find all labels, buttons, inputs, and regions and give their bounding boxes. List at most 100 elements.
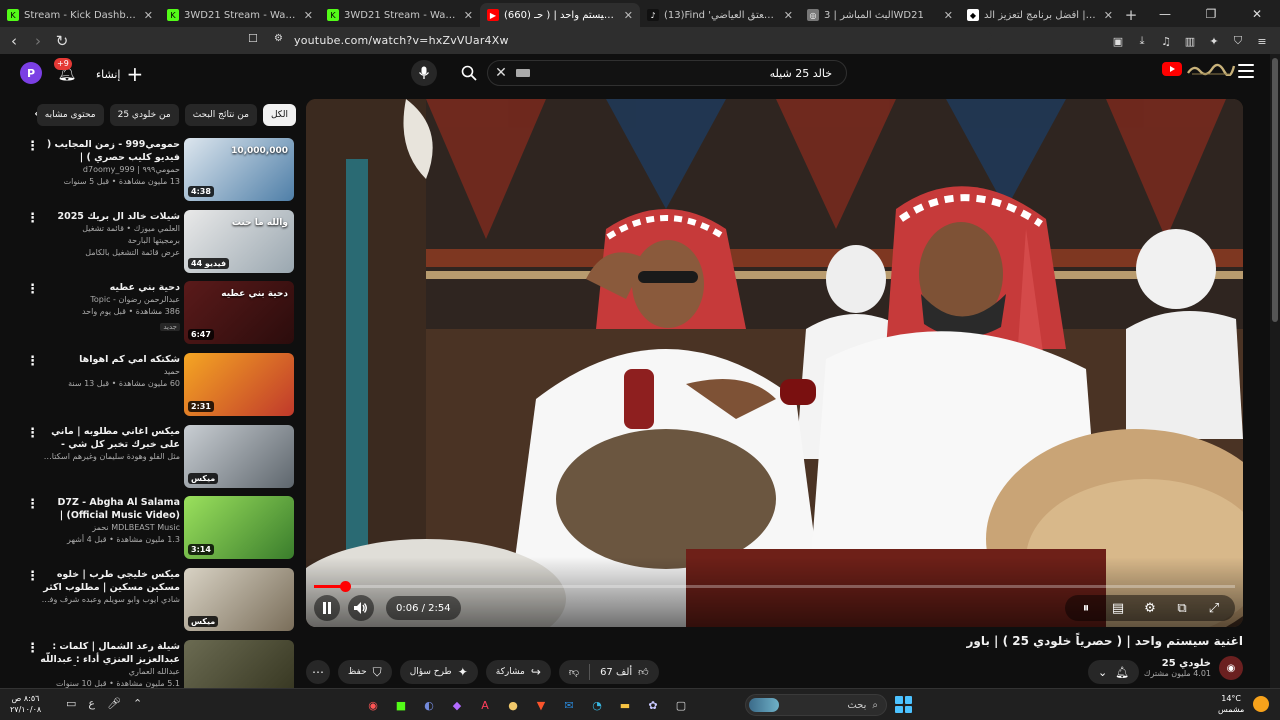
like-button[interactable]: 67 ألف 👍︎ (590, 666, 659, 679)
tray-overflow-icon[interactable]: ⌃ (133, 697, 142, 710)
keyboard-icon[interactable] (516, 69, 530, 77)
rec-title[interactable]: حمومي999 - زمن المجايب ( فيديو كليب حصري… (40, 138, 180, 164)
browser-menu-icon[interactable]: ≡ (1252, 31, 1272, 51)
rec-playlist-link[interactable]: عرض قائمة التشغيل بالكامل (40, 247, 180, 259)
recommendation-item[interactable]: ⋮ 10,000,000 4:38 حمومي999 - زمن المجايب ( … (22, 137, 298, 209)
chip-all[interactable]: الكل (262, 104, 296, 126)
new-tab-button[interactable]: + (1120, 3, 1142, 27)
twitch-app-icon[interactable]: ◆ (446, 693, 468, 717)
tab-close-icon[interactable]: ✕ (784, 9, 793, 22)
page-scrollbar[interactable] (1270, 54, 1280, 688)
more-actions-button[interactable]: ⋯ (306, 660, 330, 684)
minimize-button[interactable]: — (1142, 7, 1188, 21)
task-view-icon[interactable]: ▢ (670, 693, 692, 717)
tab-close-icon[interactable]: ✕ (464, 9, 473, 22)
file-explorer-icon[interactable]: ▬ (614, 693, 636, 717)
tab-close-icon[interactable]: ✕ (144, 9, 153, 22)
rec-title[interactable]: ميكس اغاني مطلوبه | ماني على خبرك تخبر ك… (40, 425, 180, 451)
recommendation-item[interactable]: ⋮ ميكس ميكس خليجي طرب | خلوه مسكين مسكين |… (22, 567, 298, 639)
share-button[interactable]: مشاركة ↪ (485, 660, 551, 684)
save-button[interactable]: حفظ ⛉ (338, 660, 392, 684)
chip-from-channel[interactable]: من خلودي 25 (109, 104, 179, 126)
discord-app-icon[interactable]: ◐ (418, 693, 440, 717)
copilot-app-icon[interactable]: ✿ (642, 693, 664, 717)
kick-app-icon[interactable]: ■ (390, 693, 412, 717)
dislike-button[interactable]: 👎︎ (559, 666, 589, 678)
rec-title[interactable]: D7Z - Abgha Al Salama (Official Music Vi… (40, 496, 180, 522)
browser-tab[interactable]: ◎ البث المباشر | 3WD21 ✕ (800, 3, 960, 27)
recommendation-item[interactable]: ⋮ ميكس ميكس اغاني مطلوبه | ماني على خبرك ت… (22, 424, 298, 496)
recommendation-item[interactable]: ⋮ شيلة رعد الشمال | كلمات : عبدالعزيز الع… (22, 639, 298, 689)
windows-start-icon[interactable] (895, 696, 912, 713)
taskbar-clock[interactable]: ٨:٥٦ ص ٢٧/١٠/٠٨ (10, 693, 41, 715)
browser-tab[interactable]: ♪ (13)Find 'معتق العياضي' on TikTok | T ✕ (640, 3, 800, 27)
rec-title[interactable]: شيلات خالد ال بريك 2025 (40, 210, 180, 223)
tab-close-icon[interactable]: ✕ (944, 9, 953, 22)
rec-thumbnail[interactable]: ميكس (184, 424, 294, 488)
url-field[interactable]: ☐ ⚙ youtube.com/watch?v=hxZvVUar4Xw (248, 30, 993, 51)
site-info-icon[interactable]: ⚙ (274, 33, 283, 44)
language-indicator[interactable]: ع (88, 697, 95, 710)
video-player[interactable]: 0:06 / 2:54 ⏸︎ ▤ ⚙ ⧉ ⤢ (306, 99, 1243, 627)
vpn-icon[interactable]: ⛉ (1228, 31, 1248, 51)
recommendation-item[interactable]: ⋮ 2:31 شكتكه امي كم اهواها حميد 60 مليون مشا… (22, 352, 298, 424)
close-window-button[interactable]: ✕ (1234, 7, 1280, 21)
rec-more-icon[interactable]: ⋮ (26, 354, 39, 369)
rec-title[interactable]: شكتكه امي كم اهواها (40, 353, 180, 366)
rec-more-icon[interactable]: ⋮ (26, 426, 39, 441)
autoplay-toggle-icon[interactable]: ⏸︎ (1073, 595, 1099, 621)
rec-thumbnail[interactable] (184, 639, 294, 689)
chip-related[interactable]: محتوى مشابه (36, 104, 104, 126)
tab-close-icon[interactable]: ✕ (304, 9, 313, 22)
download-icon[interactable]: ⤓ (1132, 31, 1152, 51)
rec-thumbnail[interactable]: 2:31 (184, 353, 294, 417)
browser-tab[interactable]: K 3WD21 Stream - Watch Live on Kick ✕ (320, 3, 480, 27)
rec-title[interactable]: شيلة رعد الشمال | كلمات : عبدالعزيز العن… (40, 640, 180, 666)
miniplayer-icon[interactable]: ⧉ (1169, 595, 1195, 621)
rec-title[interactable]: ميكس خليجي طرب | خلوه مسكين مسكين | مطلو… (40, 568, 180, 594)
rec-more-icon[interactable]: ⋮ (26, 569, 39, 584)
settings-gear-icon[interactable]: ⚙ (1137, 595, 1163, 621)
subscription-button[interactable]: ⌄ 🔔︎ (1088, 660, 1140, 684)
recommendation-item[interactable]: ⋮ دحية بني عطيه 6:47 دحية بني عطيه عبدالرحمن… (22, 280, 298, 352)
ask-button[interactable]: طرح سؤال ✦ (399, 660, 478, 684)
browser-tab[interactable]: K 3WD21 Stream - Watch Live on K ✕ (160, 3, 320, 27)
browser-tab[interactable]: K Stream - Kick Dashboard ✕ (0, 3, 160, 27)
rec-title[interactable]: دحية بني عطيه (40, 281, 180, 294)
rec-more-icon[interactable]: ⋮ (26, 282, 39, 297)
back-button[interactable]: ‹ (4, 30, 24, 52)
youtube-logo[interactable] (1162, 62, 1236, 76)
search-input[interactable]: ✕ خالد 25 شيله (487, 60, 847, 86)
edge-browser-icon[interactable]: ◔ (586, 693, 608, 717)
rec-more-icon[interactable]: ⋮ (26, 497, 39, 512)
notification-center-icon[interactable]: ▭ (66, 697, 76, 710)
screenshot-icon[interactable]: ▣ (1108, 31, 1128, 51)
weather-widget[interactable]: 14°C مشمس (1218, 693, 1244, 715)
taskbar-search[interactable]: بحث ⌕ (745, 694, 887, 716)
recommendation-item[interactable]: ⋮ والله ما حنت 44 فيديو شيلات خالد ال بريك … (22, 209, 298, 281)
progress-bar[interactable] (314, 581, 1235, 592)
reload-button[interactable]: ↻ (52, 30, 72, 52)
media-icon[interactable]: ♫ (1156, 31, 1176, 51)
rec-thumbnail[interactable]: 10,000,000 4:38 (184, 138, 294, 201)
extensions-icon[interactable]: ✦ (1204, 31, 1224, 51)
channel-info[interactable]: خلودي 25 4.01 مليون مشترك ◉ (1144, 656, 1243, 680)
rec-thumbnail[interactable]: ميكس (184, 568, 294, 632)
channel-name[interactable]: خلودي 25 (1144, 658, 1211, 669)
microphone-tray-icon[interactable]: 🎤︎ (107, 697, 121, 710)
rec-more-icon[interactable]: ⋮ (26, 641, 39, 656)
rec-more-icon[interactable]: ⋮ (26, 139, 39, 154)
volume-button[interactable] (348, 595, 374, 621)
search-button[interactable] (455, 60, 483, 86)
voice-search-button[interactable] (411, 60, 437, 86)
chat-app-icon[interactable]: ● (502, 693, 524, 717)
forward-button[interactable]: › (28, 30, 48, 52)
outlook-app-icon[interactable]: ✉ (558, 693, 580, 717)
account-avatar[interactable]: P (20, 62, 42, 84)
brave-browser-icon[interactable]: ▼ (530, 693, 552, 717)
guide-menu-icon[interactable] (1238, 64, 1254, 78)
rec-thumbnail[interactable]: 3:14 (184, 496, 294, 560)
browser-tab[interactable]: ▶ (660) اغنية سيستم واحد | ( حـ ✕ (480, 3, 640, 27)
bookmark-icon[interactable]: ☐ (248, 32, 264, 45)
sidebar-icon[interactable]: ▥ (1180, 31, 1200, 51)
